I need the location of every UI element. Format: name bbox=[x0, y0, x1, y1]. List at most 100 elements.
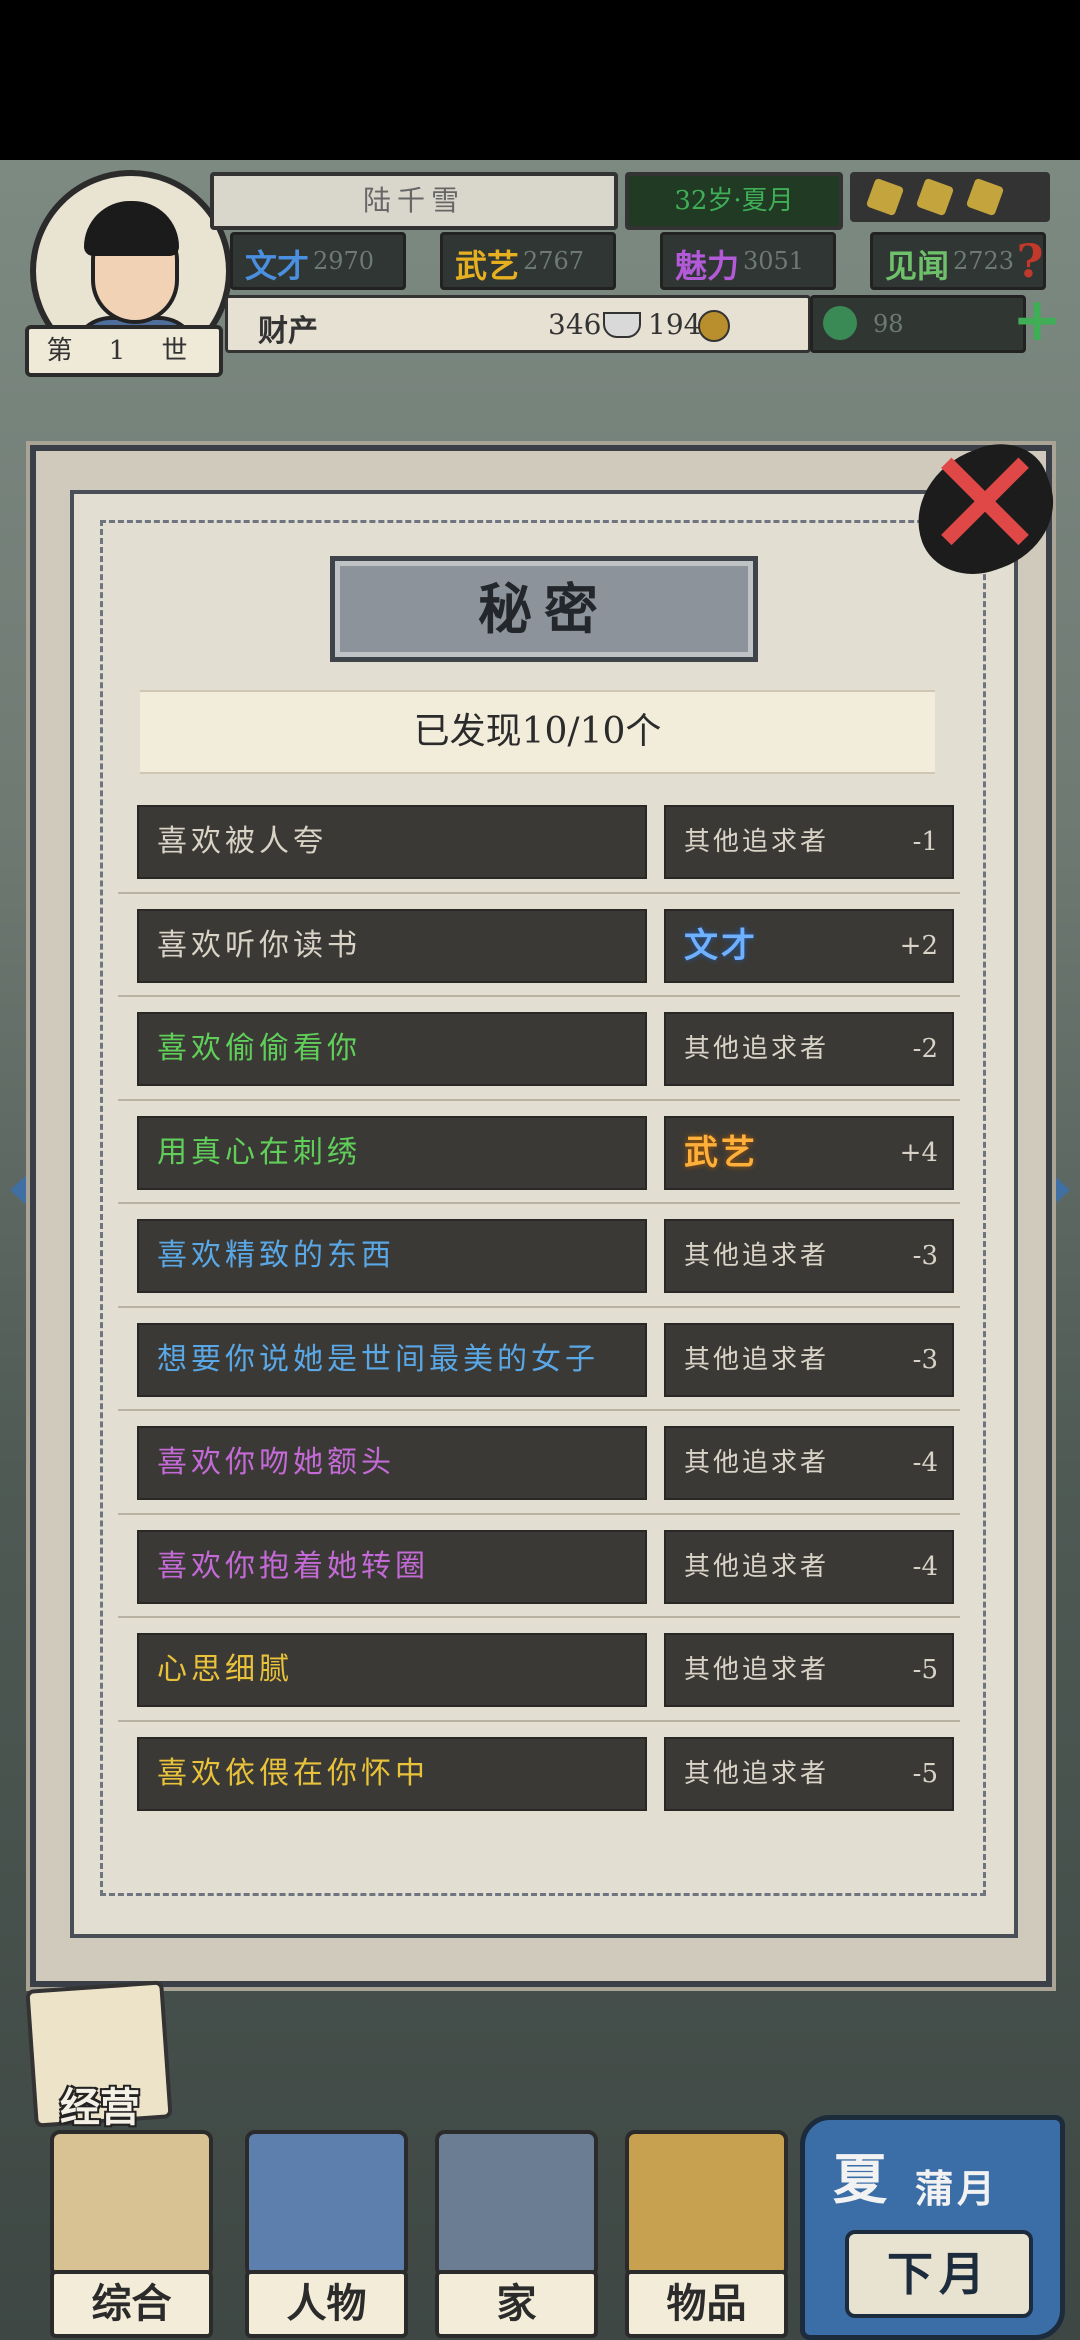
next-month-label: 下月 bbox=[845, 2230, 1033, 2318]
secret-text: 喜欢精致的东西 bbox=[157, 1238, 395, 1273]
lucky-bar[interactable]: 98 bbox=[810, 295, 1026, 353]
silver-value: 346 bbox=[548, 308, 602, 341]
nav-label: 家 bbox=[435, 2270, 598, 2338]
secret-effect: 其他追求者 -3 bbox=[664, 1219, 954, 1293]
nav-label: 人物 bbox=[245, 2270, 408, 2338]
action-points bbox=[850, 172, 1050, 222]
secret-row: 喜欢你吻她额头 bbox=[137, 1426, 647, 1500]
row-divider bbox=[118, 1720, 960, 1722]
stat-label: 武艺 bbox=[455, 247, 520, 285]
effect-delta: -4 bbox=[912, 1448, 938, 1478]
effect-label: 其他追求者 bbox=[684, 1448, 830, 1478]
stat-label: 见闻 bbox=[885, 247, 950, 285]
row-divider bbox=[118, 892, 960, 894]
secret-effect: 其他追求者 -5 bbox=[664, 1633, 954, 1707]
effect-delta: -5 bbox=[912, 1655, 938, 1685]
secret-effect: 其他追求者 -1 bbox=[664, 805, 954, 879]
effect-label: 其他追求者 bbox=[684, 1552, 830, 1582]
house-icon bbox=[435, 2130, 598, 2278]
manage-button[interactable]: 经营 bbox=[35, 2075, 165, 2131]
secret-row: 喜欢偷偷看你 bbox=[137, 1012, 647, 1086]
nav-items[interactable]: 物品 bbox=[615, 2130, 790, 2338]
effect-label: 其他追求者 bbox=[684, 1241, 830, 1271]
status-bar-area bbox=[0, 0, 1080, 160]
nav-label: 物品 bbox=[625, 2270, 788, 2338]
month-label: 蒲月 bbox=[915, 2166, 1000, 2211]
secret-effect: 其他追求者 -4 bbox=[664, 1426, 954, 1500]
secret-effect: 其他追求者 -2 bbox=[664, 1012, 954, 1086]
nav-label: 综合 bbox=[50, 2270, 213, 2338]
coin-value: 194 bbox=[648, 308, 702, 341]
secret-text: 喜欢依偎在你怀中 bbox=[157, 1756, 429, 1791]
stat-value: 2767 bbox=[523, 247, 585, 275]
nav-characters[interactable]: 人物 bbox=[235, 2130, 410, 2338]
secret-effect: 其他追求者 -3 bbox=[664, 1323, 954, 1397]
scholar-icon bbox=[245, 2130, 408, 2278]
help-icon[interactable]: ? bbox=[1005, 236, 1055, 286]
row-divider bbox=[118, 1409, 960, 1411]
stat-wencai[interactable]: 文才 2970 bbox=[230, 232, 406, 290]
nav-general[interactable]: 综合 bbox=[40, 2130, 215, 2338]
stat-label: 魅力 bbox=[675, 247, 740, 285]
effect-label: 其他追求者 bbox=[684, 827, 830, 857]
add-icon[interactable]: + bbox=[1012, 290, 1062, 350]
secret-row: 用真心在刺绣 bbox=[137, 1116, 647, 1190]
stat-wuyi[interactable]: 武艺 2767 bbox=[440, 232, 616, 290]
stat-meili[interactable]: 魅力 3051 bbox=[660, 232, 836, 290]
season-label: 夏 bbox=[833, 2147, 887, 2211]
secret-text: 喜欢你抱着她转圈 bbox=[157, 1549, 429, 1584]
effect-delta: -1 bbox=[912, 827, 938, 857]
effect-label: 其他追求者 bbox=[684, 1655, 830, 1685]
secret-text: 喜欢听你读书 bbox=[157, 928, 361, 963]
wealth-label: 财产 bbox=[258, 314, 318, 349]
found-count: 已发现10/10个 bbox=[413, 711, 662, 752]
secret-row: 喜欢依偎在你怀中 bbox=[137, 1737, 647, 1811]
secret-text: 喜欢被人夸 bbox=[157, 824, 327, 859]
secret-effect: 其他追求者 -4 bbox=[664, 1530, 954, 1604]
lucky-value: 98 bbox=[873, 310, 904, 338]
secret-text: 喜欢你吻她额头 bbox=[157, 1445, 395, 1480]
effect-label: 其他追求者 bbox=[684, 1345, 830, 1375]
secret-text: 用真心在刺绣 bbox=[157, 1135, 361, 1170]
close-icon: ✕ bbox=[922, 418, 1048, 592]
effect-delta: -3 bbox=[912, 1345, 938, 1375]
secret-row: 喜欢精致的东西 bbox=[137, 1219, 647, 1293]
secret-effect: 其他追求者 -5 bbox=[664, 1737, 954, 1811]
secret-row: 喜欢听你读书 bbox=[137, 909, 647, 983]
next-month-button[interactable]: 夏 蒲月 下月 bbox=[800, 2115, 1065, 2340]
stat-label: 文才 bbox=[245, 247, 310, 285]
effect-delta: -5 bbox=[912, 1759, 938, 1789]
secret-row: 想要你说她是世间最美的女子 bbox=[137, 1323, 647, 1397]
player-name: 陆千雪 bbox=[210, 172, 618, 230]
avatar-hair bbox=[84, 201, 179, 256]
secret-text: 喜欢偷偷看你 bbox=[157, 1031, 361, 1066]
silver-ingot-icon bbox=[603, 312, 641, 338]
nav-home[interactable]: 家 bbox=[425, 2130, 600, 2338]
copper-coin-icon bbox=[698, 310, 730, 342]
generation-label: 第 1 世 bbox=[25, 325, 223, 377]
secret-row: 喜欢被人夸 bbox=[137, 805, 647, 879]
row-divider bbox=[118, 1202, 960, 1204]
dialog-title-box: 秘密 bbox=[330, 556, 758, 662]
player-age: 32岁·夏月 bbox=[625, 172, 843, 230]
effect-label: 武艺 bbox=[684, 1133, 758, 1173]
row-divider bbox=[118, 1099, 960, 1101]
wealth-bar[interactable]: 财产 346 194 bbox=[225, 295, 811, 353]
secret-effect: 文才 +2 bbox=[664, 909, 954, 983]
close-button[interactable]: ✕ bbox=[898, 418, 1072, 592]
effect-label: 文才 bbox=[684, 926, 758, 966]
treasure-chest-icon bbox=[50, 2130, 213, 2278]
effect-label: 其他追求者 bbox=[684, 1034, 830, 1064]
effect-delta: +2 bbox=[899, 931, 938, 961]
effect-delta: +4 bbox=[899, 1138, 938, 1168]
stat-value: 3051 bbox=[743, 247, 805, 275]
stat-value: 2970 bbox=[313, 247, 375, 275]
row-divider bbox=[118, 995, 960, 997]
row-divider bbox=[118, 1616, 960, 1618]
jade-icon bbox=[823, 306, 857, 340]
gourd-icon bbox=[625, 2130, 788, 2278]
dialog-title: 秘密 bbox=[478, 577, 610, 641]
effect-delta: -2 bbox=[912, 1034, 938, 1064]
secret-text: 心思细腻 bbox=[157, 1652, 293, 1687]
action-point-icon bbox=[965, 177, 1005, 217]
